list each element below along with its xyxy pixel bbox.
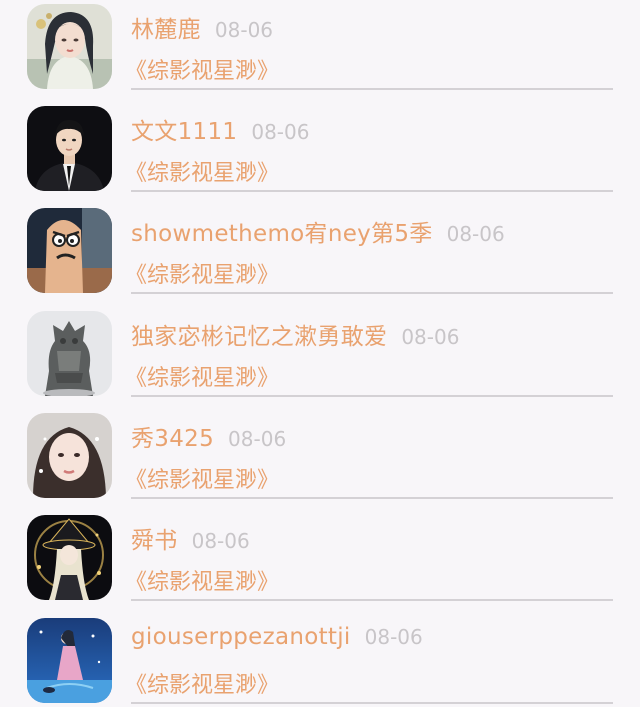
book-title[interactable]: 《综影视星渺》: [125, 667, 279, 699]
comment-list: 林麓鹿 08-06 《综影视星渺》 文文1111 08-06 《综影视星渺》 s…: [0, 0, 640, 707]
list-item[interactable]: showmethemo宥ney第5季 08-06 《综影视星渺》: [0, 206, 640, 309]
name-line: 文文1111 08-06: [131, 112, 309, 146]
user-name[interactable]: 文文1111: [131, 119, 237, 145]
book-title[interactable]: 《综影视星渺》: [125, 360, 279, 392]
user-avatar[interactable]: [27, 618, 112, 703]
user-avatar[interactable]: [27, 106, 112, 191]
comment-content: 独家宓彬记忆之漱勇敢爱 08-06 《综影视星渺》: [125, 309, 613, 397]
comment-date: 08-06: [251, 120, 310, 144]
comment-content: 舜书 08-06 《综影视星渺》: [125, 513, 613, 601]
name-line: showmethemo宥ney第5季 08-06: [131, 214, 505, 248]
user-name[interactable]: showmethemo宥ney第5季: [131, 221, 433, 247]
list-item[interactable]: 秀3425 08-06 《综影视星渺》: [0, 411, 640, 514]
comment-date: 08-06: [191, 529, 250, 553]
user-avatar[interactable]: [27, 311, 112, 396]
comment-content: showmethemo宥ney第5季 08-06 《综影视星渺》: [125, 206, 613, 294]
user-name[interactable]: 独家宓彬记忆之漱勇敢爱: [131, 324, 387, 350]
user-name[interactable]: 舜书: [131, 528, 178, 554]
comment-date: 08-06: [214, 18, 274, 42]
book-title[interactable]: 《综影视星渺》: [125, 53, 279, 85]
user-avatar[interactable]: [27, 515, 112, 600]
name-line: 舜书 08-06: [131, 521, 250, 555]
user-avatar[interactable]: [27, 208, 112, 293]
comment-date: 08-06: [364, 625, 423, 649]
list-item[interactable]: 文文1111 08-06 《综影视星渺》: [0, 104, 640, 207]
name-line: 秀3425 08-06: [131, 419, 286, 453]
book-title[interactable]: 《综影视星渺》: [125, 155, 279, 187]
list-item[interactable]: 林麓鹿 08-06 《综影视星渺》: [0, 2, 640, 105]
comment-date: 08-06: [401, 325, 460, 349]
comment-date: 08-06: [228, 427, 287, 451]
comment-content: 秀3425 08-06 《综影视星渺》: [125, 411, 613, 499]
name-line: 林麓鹿 08-06: [131, 10, 273, 44]
comment-content: giouserppezanottji 08-06 《综影视星渺》: [125, 616, 613, 704]
book-title[interactable]: 《综影视星渺》: [125, 462, 279, 494]
user-avatar[interactable]: [27, 413, 112, 498]
user-name[interactable]: 林麓鹿: [131, 17, 201, 43]
comment-content: 文文1111 08-06 《综影视星渺》: [125, 104, 613, 192]
name-line: 独家宓彬记忆之漱勇敢爱 08-06: [131, 317, 459, 351]
comment-content: 林麓鹿 08-06 《综影视星渺》: [125, 2, 613, 90]
user-name[interactable]: giouserppezanottji: [131, 624, 351, 650]
list-item[interactable]: 独家宓彬记忆之漱勇敢爱 08-06 《综影视星渺》: [0, 309, 640, 412]
book-title[interactable]: 《综影视星渺》: [125, 564, 279, 596]
list-item[interactable]: giouserppezanottji 08-06 《综影视星渺》: [0, 616, 640, 707]
book-title[interactable]: 《综影视星渺》: [125, 257, 279, 289]
name-line: giouserppezanottji 08-06: [131, 624, 423, 650]
user-avatar[interactable]: [27, 4, 112, 89]
list-item[interactable]: 舜书 08-06 《综影视星渺》: [0, 513, 640, 616]
user-name[interactable]: 秀3425: [131, 426, 214, 452]
comment-date: 08-06: [446, 222, 505, 246]
